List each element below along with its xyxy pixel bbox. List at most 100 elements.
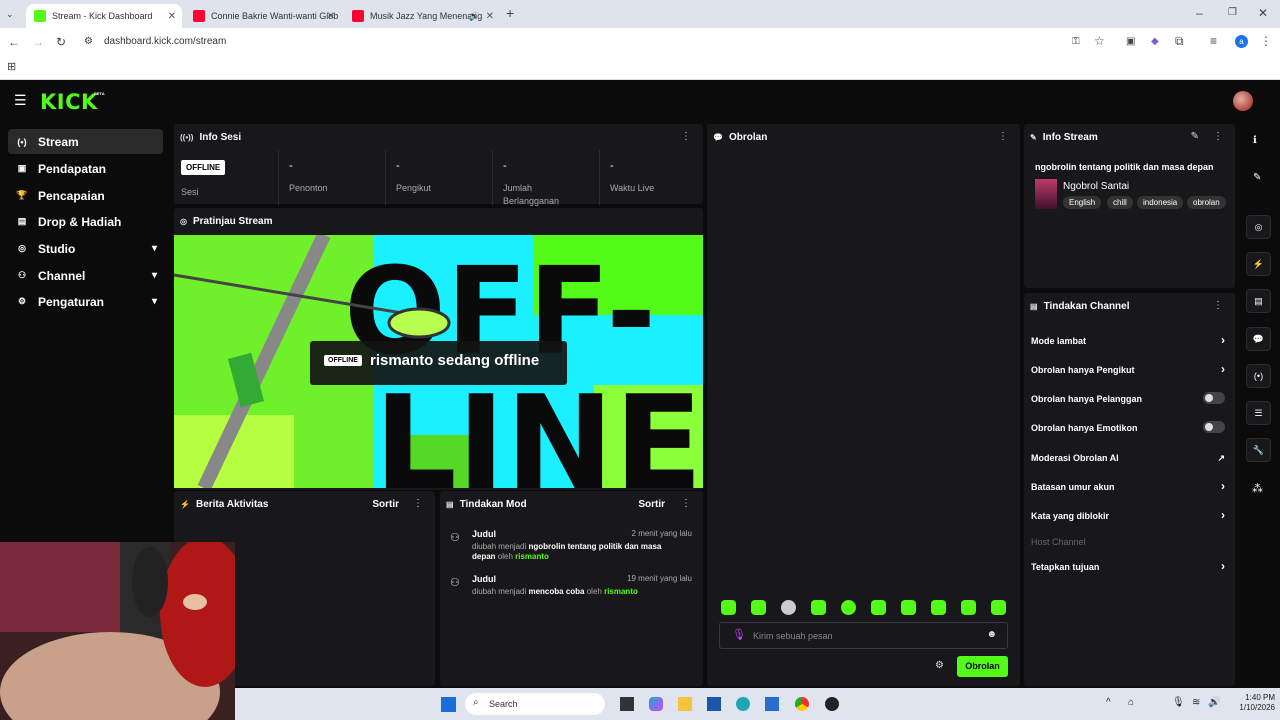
edge-icon[interactable] — [736, 697, 750, 711]
user-avatar[interactable] — [1233, 91, 1253, 111]
emoji-icon[interactable]: ☻ — [986, 629, 997, 640]
close-window-icon[interactable]: ✕ — [1258, 6, 1268, 20]
sort-button[interactable]: Sortir — [638, 499, 665, 510]
sort-button[interactable]: Sortir — [372, 499, 399, 510]
copilot-icon[interactable] — [649, 697, 663, 711]
sidebar-item-stream[interactable]: (•) Stream — [8, 129, 163, 154]
apps-grid-icon[interactable]: ⊞ — [7, 60, 16, 74]
extension-icon[interactable]: ▣ — [1126, 35, 1135, 49]
wifi-icon[interactable]: ≋ — [1192, 697, 1200, 708]
emote-icon[interactable] — [781, 600, 796, 615]
volume-icon[interactable]: 🔊 — [1208, 697, 1220, 708]
sidebar-item-pengaturan[interactable]: ⚙ Pengaturan ▾ — [8, 289, 163, 314]
kebab-menu-icon[interactable]: ⋮ — [681, 131, 691, 142]
sidebar-item-pencapaian[interactable]: 🏆 Pencapaian — [8, 183, 163, 208]
reload-icon[interactable]: ↻ — [56, 35, 66, 49]
back-icon[interactable]: ← — [8, 35, 20, 49]
tag-chip[interactable]: chill — [1107, 196, 1133, 209]
mod-entry-user[interactable]: rismanto — [604, 587, 638, 596]
sidebar-item-drop-hadiah[interactable]: ▤ Drop & Hadiah — [8, 209, 163, 234]
edit-icon[interactable]: ✎ — [1191, 131, 1199, 142]
new-tab-button[interactable]: + — [506, 6, 514, 20]
tab-list-chevron-icon[interactable]: ⌄ — [6, 7, 14, 21]
close-tab-icon[interactable]: ✕ — [168, 11, 176, 22]
toggle-switch[interactable] — [1203, 421, 1225, 433]
site-info-icon[interactable]: ⚙ — [84, 35, 93, 49]
tray-mic-icon[interactable]: 🎙 — [1172, 697, 1185, 708]
tab-connie-bakrie[interactable]: Connie Bakrie Wanti-wanti Glob ✕ — [185, 4, 341, 28]
restore-icon[interactable]: ❐ — [1228, 6, 1237, 20]
tag-chip[interactable]: English — [1063, 196, 1102, 209]
toggle-switch[interactable] — [1203, 392, 1225, 404]
chat-input-box[interactable]: 🎙 Kirim sebuah pesan ☻ — [719, 622, 1008, 649]
chat-settings-icon[interactable]: ⚙ — [935, 660, 944, 671]
taskbar-search[interactable]: ⌕ Search — [465, 693, 605, 715]
action-batasan-umur[interactable]: Batasan umur akun › — [1031, 479, 1227, 493]
rail-list-icon[interactable]: ☰ — [1246, 401, 1271, 425]
action-moderasi-ai[interactable]: Moderasi Obrolan AI ↗ — [1031, 453, 1227, 463]
stream-preview[interactable]: OFF- LINE OFFLINE rismanto sedang offlin… — [174, 235, 703, 488]
chrome-icon[interactable] — [795, 697, 809, 711]
obs-icon[interactable] — [825, 697, 839, 711]
action-kata-diblokir[interactable]: Kata yang diblokir › — [1031, 508, 1227, 522]
close-tab-icon[interactable]: ✕ — [486, 11, 494, 22]
emote-icon[interactable] — [721, 600, 736, 615]
action-mode-lambat[interactable]: Mode lambat › — [1031, 333, 1227, 347]
rail-broadcast-icon[interactable]: (•) — [1246, 364, 1271, 388]
mod-entry-user[interactable]: rismanto — [515, 552, 549, 561]
sidebar-item-studio[interactable]: ◎ Studio ▾ — [8, 236, 163, 261]
store-icon[interactable] — [707, 697, 721, 711]
minimize-icon[interactable]: – — [1196, 6, 1203, 20]
emote-icon[interactable] — [961, 600, 976, 615]
tab-musik-jazz[interactable]: Musik Jazz Yang Menenang 🔊 ✕ — [344, 4, 500, 28]
notepad-icon[interactable] — [765, 697, 779, 711]
emote-icon[interactable] — [751, 600, 766, 615]
address-input[interactable]: dashboard.kick.com/stream — [104, 36, 226, 47]
action-obrolan-hanya-pengikut[interactable]: Obrolan hanya Pengikut › — [1031, 362, 1227, 376]
pencil-icon[interactable]: ✎ — [1253, 172, 1261, 183]
profile-avatar[interactable]: a — [1235, 35, 1248, 48]
action-tetapkan-tujuan[interactable]: Tetapkan tujuan › — [1031, 559, 1227, 573]
emote-icon[interactable] — [931, 600, 946, 615]
task-view-icon[interactable] — [620, 697, 634, 711]
tray-network-icon[interactable]: ⌂ — [1128, 697, 1134, 708]
kebab-menu-icon[interactable]: ⋮ — [681, 498, 691, 509]
media-control-icon[interactable]: ≡ — [1210, 34, 1217, 48]
rail-share-icon[interactable]: ⁂ — [1252, 482, 1263, 495]
emote-icon[interactable] — [871, 600, 886, 615]
kick-logo[interactable]: KICK — [40, 90, 98, 114]
send-chat-button[interactable]: Obrolan — [957, 656, 1008, 677]
windows-start-icon[interactable] — [441, 697, 456, 712]
kebab-menu-icon[interactable]: ⋮ — [1213, 300, 1223, 311]
close-tab-icon[interactable]: ✕ — [327, 11, 335, 22]
emote-icon[interactable] — [811, 600, 826, 615]
sidebar-item-pendapatan[interactable]: ▣ Pendapatan — [8, 156, 163, 181]
emote-icon[interactable] — [901, 600, 916, 615]
extension-2-icon[interactable]: ◆ — [1151, 35, 1159, 49]
chat-input-placeholder[interactable]: Kirim sebuah pesan — [753, 631, 833, 641]
browser-menu-icon[interactable]: ⋮ — [1260, 34, 1272, 48]
kebab-menu-icon[interactable]: ⋮ — [998, 131, 1008, 142]
rail-chat-icon[interactable]: 💬 — [1246, 327, 1271, 351]
kebab-menu-icon[interactable]: ⋮ — [413, 498, 423, 509]
emote-icon[interactable] — [841, 600, 856, 615]
speaker-icon[interactable]: 🔊 — [469, 11, 480, 22]
forward-icon[interactable]: → — [32, 35, 44, 49]
tag-chip[interactable]: indonesia — [1137, 196, 1184, 209]
tray-chevron-icon[interactable]: ^ — [1106, 697, 1111, 708]
bookmark-star-icon[interactable]: ☆ — [1094, 34, 1105, 48]
kebab-menu-icon[interactable]: ⋮ — [1213, 131, 1223, 142]
tag-chip[interactable]: obrolan — [1187, 196, 1226, 209]
taskbar-clock[interactable]: 1:40 PM 1/10/2026 — [1231, 693, 1275, 713]
hamburger-menu-icon[interactable]: ☰ — [14, 93, 27, 107]
tab-kick-dashboard[interactable]: Stream - Kick Dashboard ✕ — [26, 4, 182, 28]
rail-document-icon[interactable]: ▤ — [1246, 289, 1271, 313]
emote-icon[interactable] — [991, 600, 1006, 615]
rail-preview-icon[interactable]: ◎ — [1246, 215, 1271, 239]
rail-lightning-icon[interactable]: ⚡ — [1246, 252, 1271, 276]
puzzle-icon[interactable]: ⧉ — [1175, 34, 1184, 48]
info-icon[interactable]: ℹ — [1253, 135, 1257, 146]
rail-wrench-icon[interactable]: 🔧 — [1246, 438, 1271, 462]
sidebar-item-channel[interactable]: ⚇ Channel ▾ — [8, 263, 163, 288]
microphone-icon[interactable]: 🎙 — [732, 628, 746, 641]
